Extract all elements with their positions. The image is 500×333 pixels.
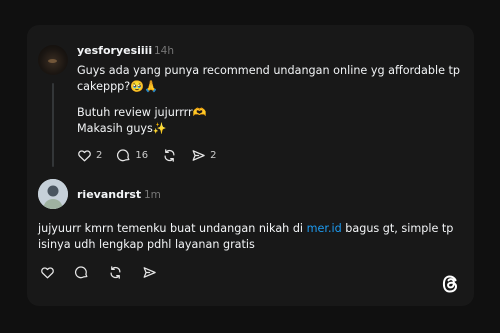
post-text-line: jujyuurr kmrn temenku buat undangan nika… bbox=[38, 221, 453, 238]
repost-button[interactable] bbox=[108, 265, 123, 280]
post-text-line: isinya udh lengkap pdhl layanan gratis bbox=[38, 238, 255, 251]
avatar[interactable] bbox=[38, 179, 68, 209]
post-text-line: cakeppp?🥹🙏 bbox=[77, 80, 159, 93]
comment-icon bbox=[117, 149, 130, 162]
comment-count: 16 bbox=[135, 150, 149, 161]
post-text-line: Guys ada yang punya recommend undangan o… bbox=[77, 64, 461, 77]
like-count: 2 bbox=[96, 150, 103, 161]
post-username[interactable]: yesforyesiiii bbox=[77, 44, 152, 57]
repost-button[interactable] bbox=[162, 148, 177, 163]
heart-icon bbox=[41, 267, 54, 279]
post-text-segment: bagus gt, simple tp bbox=[341, 222, 454, 235]
mention-link[interactable]: mer.id bbox=[307, 222, 342, 235]
share-icon bbox=[192, 150, 205, 161]
comment-icon bbox=[74, 266, 88, 279]
share-button[interactable] bbox=[142, 265, 157, 280]
comment-button[interactable]: 16 bbox=[116, 148, 148, 163]
repost-icon bbox=[164, 149, 175, 162]
post-timestamp[interactable]: 14h bbox=[154, 45, 174, 57]
like-button[interactable]: 2 bbox=[77, 148, 102, 163]
threads-logo-icon bbox=[442, 275, 458, 293]
heart-icon bbox=[78, 150, 91, 162]
post-timestamp[interactable]: 1m bbox=[144, 189, 161, 201]
like-button[interactable] bbox=[40, 265, 55, 280]
post-text-line: Makasih guys✨ bbox=[77, 122, 167, 135]
post-card: yesforyesiiii 14h Guys ada yang punya re… bbox=[27, 25, 474, 306]
post-actions: 2 16 2 bbox=[77, 148, 230, 163]
share-button[interactable]: 2 bbox=[191, 148, 216, 163]
post-text-segment: jujyuurr kmrn temenku buat undangan nika… bbox=[38, 222, 307, 235]
post-username[interactable]: rievandrst bbox=[77, 188, 141, 201]
avatar[interactable] bbox=[38, 45, 68, 75]
thread-connector-line bbox=[52, 83, 54, 167]
post-text-line: Butuh review jujurrrr🫶 bbox=[77, 106, 207, 119]
share-count: 2 bbox=[210, 150, 217, 161]
repost-icon bbox=[110, 266, 121, 279]
post-actions bbox=[40, 265, 171, 280]
share-icon bbox=[143, 267, 156, 278]
comment-button[interactable] bbox=[74, 265, 89, 280]
